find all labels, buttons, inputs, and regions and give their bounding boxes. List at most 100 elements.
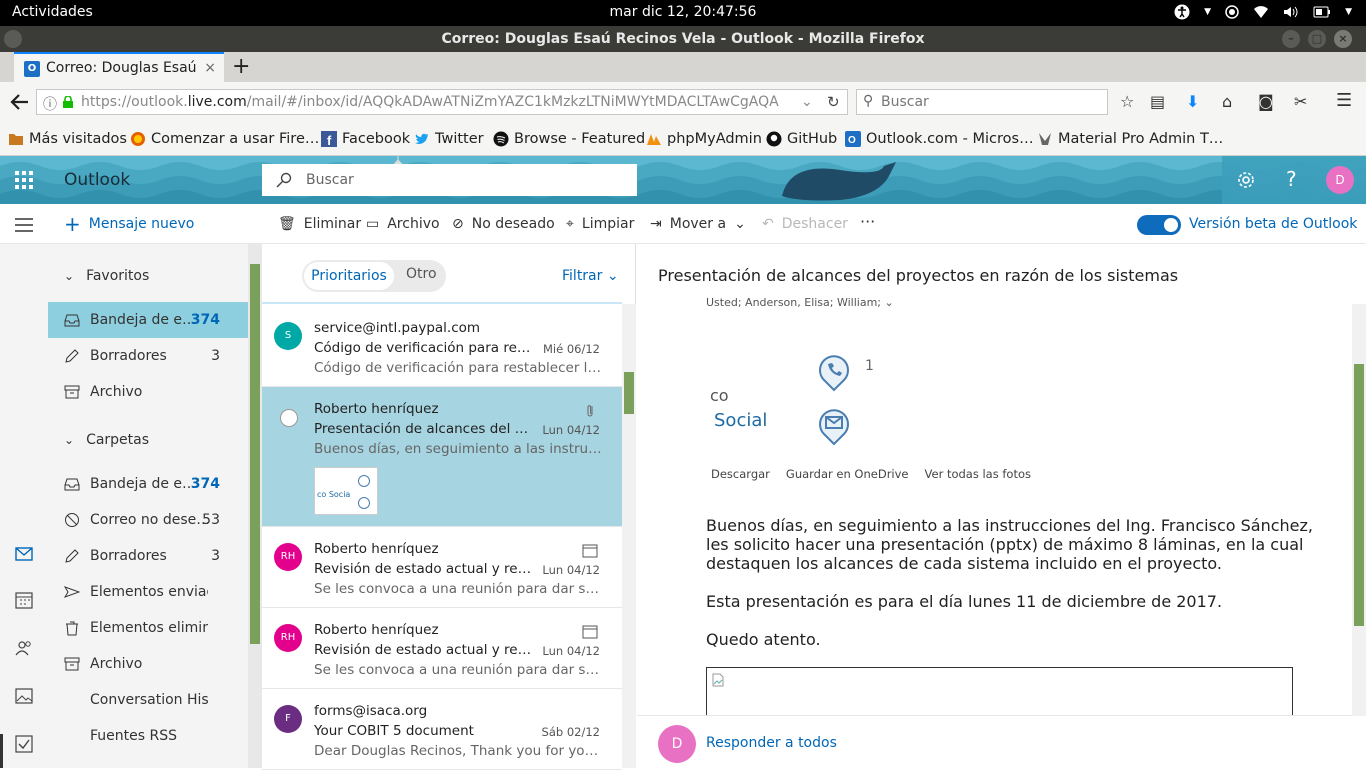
- download-link[interactable]: Descargar: [711, 467, 770, 481]
- reload-icon[interactable]: ↻: [827, 93, 840, 111]
- user-avatar[interactable]: D: [1326, 166, 1354, 194]
- settings-gear-icon[interactable]: [1235, 169, 1257, 191]
- folder-conversation-history[interactable]: Conversation Hist…: [48, 682, 248, 718]
- reading-list-icon[interactable]: ▤: [1150, 92, 1165, 111]
- folder-junk[interactable]: Correo no dese… 53: [48, 502, 248, 538]
- tab-focused[interactable]: Prioritarios: [304, 262, 394, 290]
- browser-tab-outlook[interactable]: O Correo: Douglas Esaú ×: [14, 52, 224, 82]
- dropdown-arrow-icon[interactable]: ⌄: [801, 94, 813, 110]
- list-item[interactable]: Roberto henríquez Presentación de alcanc…: [262, 387, 622, 527]
- favorite-drafts[interactable]: Borradores 3: [48, 338, 248, 374]
- scrollbar-thumb[interactable]: [624, 372, 634, 414]
- app-launcher-icon[interactable]: [14, 170, 34, 190]
- download-icon[interactable]: ⬇: [1186, 92, 1199, 111]
- help-icon[interactable]: ?: [1286, 167, 1297, 191]
- close-icon[interactable]: ×: [204, 60, 216, 76]
- mail-search-input[interactable]: Buscar: [262, 164, 637, 196]
- minimize-button[interactable]: –: [1282, 30, 1300, 48]
- junk-button[interactable]: ⊘ No deseado: [452, 216, 555, 232]
- pocket-icon[interactable]: ◙: [1258, 92, 1274, 111]
- favorite-inbox[interactable]: Bandeja de e… 374: [48, 302, 248, 338]
- new-message-button[interactable]: + Mensaje nuevo: [64, 214, 194, 234]
- people-icon[interactable]: [14, 638, 34, 658]
- scrollbar-thumb[interactable]: [250, 264, 260, 644]
- hamburger-menu-icon[interactable]: [14, 218, 34, 232]
- bookmark-item[interactable]: Más visitados: [8, 131, 127, 147]
- star-icon[interactable]: ☆: [1120, 92, 1134, 111]
- sender-name: service@intl.paypal.com: [314, 320, 481, 336]
- bookmark-item[interactable]: phpMyAdmin: [646, 131, 762, 147]
- reply-bar: D Responder a todos: [637, 715, 1352, 768]
- accessibility-icon[interactable]: [1174, 4, 1190, 20]
- tasks-icon[interactable]: [14, 734, 34, 754]
- move-to-button[interactable]: ⇥ Mover a ⌄: [650, 216, 746, 232]
- folder-sent[interactable]: Elementos enviad…: [48, 574, 248, 610]
- folder-deleted[interactable]: Elementos elimin…: [48, 610, 248, 646]
- calendar-icon: [582, 544, 598, 558]
- bookmark-item[interactable]: O Outlook.com - Micros…: [845, 131, 1034, 147]
- chevron-down-icon[interactable]: ▼: [1345, 7, 1352, 17]
- system-clock[interactable]: mar dic 12, 20:47:56: [0, 4, 1366, 20]
- bookmark-item[interactable]: Material Pro Admin T…: [1037, 131, 1223, 147]
- favorite-archive[interactable]: Archivo: [48, 374, 248, 410]
- calendar-icon[interactable]: [14, 590, 34, 610]
- save-onedrive-link[interactable]: Guardar en OneDrive: [786, 467, 909, 481]
- bookmark-item[interactable]: Twitter: [414, 131, 484, 147]
- attachment-image[interactable]: co Social 1: [706, 344, 886, 454]
- bookmark-item[interactable]: Browse - Featured: [493, 131, 645, 147]
- favorites-header[interactable]: ⌄ Favoritos: [64, 268, 149, 284]
- chevron-down-icon[interactable]: ▼: [1204, 7, 1211, 17]
- tab-other[interactable]: Otro: [406, 266, 437, 282]
- maximize-button[interactable]: □: [1308, 30, 1326, 48]
- back-arrow-icon[interactable]: [10, 93, 30, 111]
- close-window-button[interactable]: ×: [1334, 30, 1352, 48]
- photos-icon[interactable]: [14, 686, 34, 706]
- scrollbar-thumb[interactable]: [1354, 364, 1364, 626]
- reply-all-button[interactable]: Responder a todos: [706, 735, 837, 751]
- reading-pane-scrollbar[interactable]: [1352, 304, 1366, 716]
- folder-scrollbar[interactable]: [248, 244, 262, 768]
- filter-label: Filtrar: [562, 268, 603, 284]
- browser-search-input[interactable]: ⚲ Buscar: [856, 89, 1108, 115]
- folders-header[interactable]: ⌄ Carpetas: [64, 432, 149, 448]
- more-options-button[interactable]: ···: [860, 212, 875, 231]
- mail-icon[interactable]: [14, 544, 34, 564]
- hamburger-menu-icon[interactable]: ☰: [1336, 90, 1352, 111]
- list-item[interactable]: RH Roberto henríquez Revisión de estado …: [262, 527, 622, 608]
- beta-label[interactable]: Versión beta de Outlook: [1189, 216, 1357, 232]
- folder-inbox[interactable]: Bandeja de e… 374: [48, 466, 248, 502]
- select-radio[interactable]: [280, 409, 298, 427]
- view-all-photos-link[interactable]: Ver todas las fotos: [925, 467, 1031, 481]
- list-item[interactable]: RH Roberto henríquez Revisión de estado …: [262, 608, 622, 689]
- bookmark-item[interactable]: GitHub: [766, 131, 837, 147]
- extension-icon[interactable]: ✂: [1294, 92, 1307, 111]
- filter-button[interactable]: Filtrar ⌄: [562, 268, 619, 284]
- delete-button[interactable]: 🗑 Eliminar: [278, 216, 361, 232]
- bookmark-item[interactable]: Comenzar a usar Fire…: [130, 131, 319, 147]
- list-item[interactable]: S service@intl.paypal.com Código de veri…: [262, 306, 622, 387]
- folder-label: Borradores: [90, 548, 167, 564]
- url-bar[interactable]: ⓘ https://outlook.live.com/mail/#/inbox/…: [36, 89, 848, 115]
- bookmark-item[interactable]: f Facebook: [321, 131, 410, 147]
- new-tab-button[interactable]: +: [232, 54, 250, 79]
- list-item[interactable]: F forms@isaca.org Your COBIT 5 document …: [262, 689, 622, 770]
- undo-button[interactable]: ↶ Deshacer: [762, 216, 848, 232]
- folder-archive[interactable]: Archivo: [48, 646, 248, 682]
- recipient-line[interactable]: Usted; Anderson, Elisa; William; ⌄: [706, 296, 894, 309]
- attachment-thumbnail[interactable]: co Socia: [314, 467, 378, 515]
- home-icon[interactable]: ⌂: [1222, 92, 1232, 111]
- archive-button[interactable]: ▭ Archivo: [366, 216, 440, 232]
- inbox-pivot: Prioritarios Otro: [302, 260, 446, 292]
- sweep-button[interactable]: ⌖ Limpiar: [566, 216, 634, 232]
- system-tray[interactable]: ▼ ▼: [1174, 4, 1352, 20]
- beta-toggle[interactable]: [1137, 215, 1181, 235]
- info-icon[interactable]: ⓘ: [43, 94, 57, 114]
- folder-label: Fuentes RSS: [90, 728, 177, 744]
- message-list-scrollbar[interactable]: [622, 304, 636, 768]
- folder-label: Correo no dese…: [90, 512, 208, 528]
- folder-rss[interactable]: Fuentes RSS: [48, 718, 248, 754]
- lock-icon[interactable]: [63, 96, 73, 108]
- app-name[interactable]: Outlook: [64, 170, 130, 190]
- message-preview: Dear Douglas Recinos, Thank you for your…: [314, 743, 604, 759]
- folder-drafts[interactable]: Borradores 3: [48, 538, 248, 574]
